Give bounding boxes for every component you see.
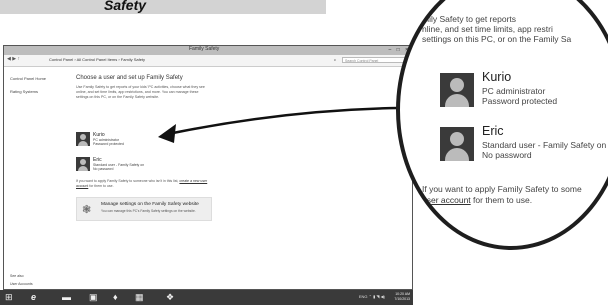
callout-account-status: Password protected [482,96,558,106]
user-avatar-icon [440,127,474,161]
callout-account-name: Kurio [482,70,512,84]
callout-user-account-link[interactable]: user account [422,195,471,205]
callout-intro-line: nline, and set time limits, app restri [422,24,553,34]
callout-note-text: If you want to apply Family Safety to so… [422,184,582,194]
callout-intro-line: mily Safety to get reports [422,14,517,24]
callout-intro: mily Safety to get reports nline, and se… [422,14,571,44]
callout-note-end: for them to use. [470,194,533,205]
user-avatar-icon [440,73,474,107]
callout-account-status: No password [482,150,532,160]
callout-note: If you want to apply Family Safety to so… [422,184,582,205]
callout-intro-line: settings on this PC, or on the Family Sa [422,34,572,44]
callout-account-name: Eric [482,124,504,138]
callout-account-role: PC administrator [482,86,546,96]
callout-account-role: Standard user - Family Safety on [482,140,607,150]
